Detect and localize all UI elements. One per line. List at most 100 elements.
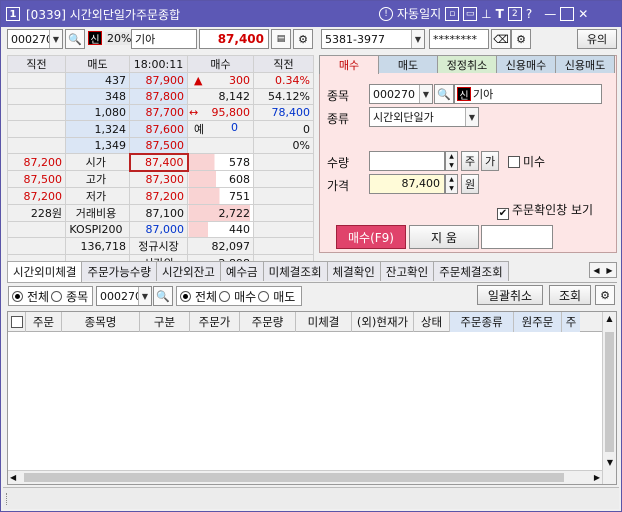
eraser-icon[interactable]: ⌫ bbox=[491, 29, 511, 49]
gear-icon[interactable]: ⚙ bbox=[595, 285, 615, 305]
account-combo[interactable]: 5381-3977 ▼ bbox=[321, 29, 425, 49]
qty-price-button[interactable]: 가 bbox=[481, 151, 499, 171]
col-order[interactable]: 주문 bbox=[26, 312, 62, 332]
auto-journal-label[interactable]: 자동일지 bbox=[397, 5, 441, 22]
ask-price[interactable]: 87,900 bbox=[129, 72, 188, 89]
ask-qty[interactable]: 348 bbox=[65, 88, 130, 105]
search-icon[interactable]: 🔍 bbox=[65, 29, 85, 49]
bid-qty[interactable]: 608 bbox=[187, 170, 254, 188]
vertical-scrollbar[interactable]: ▲ ▼ bbox=[602, 312, 616, 484]
bid-qty[interactable]: 751 bbox=[187, 187, 254, 205]
bulb-icon[interactable]: ! bbox=[379, 6, 393, 21]
search-icon[interactable]: 🔍 bbox=[153, 286, 173, 306]
stock-code-combo[interactable]: 000270 ▼ bbox=[7, 29, 63, 49]
tab-modify-cancel[interactable]: 정정취소 bbox=[437, 55, 497, 73]
chevron-down-icon[interactable]: ▼ bbox=[49, 30, 62, 48]
col-order-qty[interactable]: 주문량 bbox=[240, 312, 296, 332]
radio-side-buy[interactable] bbox=[219, 290, 231, 302]
select-all-checkbox[interactable] bbox=[8, 312, 26, 332]
ask-qty[interactable]: 1,324 bbox=[65, 120, 130, 138]
col-status[interactable]: 상태 bbox=[414, 312, 450, 332]
chevron-down-icon[interactable]: ▼ bbox=[411, 30, 424, 48]
ask-qty[interactable]: 1,349 bbox=[65, 137, 130, 154]
radio-side-all[interactable] bbox=[180, 290, 191, 302]
clear-button[interactable]: 지 움 bbox=[409, 225, 479, 249]
chevron-right-icon[interactable]: ▶ bbox=[606, 266, 612, 275]
chevron-down-icon[interactable]: ▼ bbox=[419, 85, 432, 103]
tab-balance-check[interactable]: 잔고확인 bbox=[379, 261, 435, 281]
ask-price[interactable]: 87,600 bbox=[129, 120, 188, 138]
gear-icon[interactable]: ⚙ bbox=[293, 29, 313, 49]
h-scroll-thumb[interactable] bbox=[24, 473, 564, 482]
qty-unit-button[interactable]: 주 bbox=[461, 151, 479, 171]
font-icon[interactable]: T bbox=[496, 7, 504, 21]
qty-spinner[interactable]: ▲ ▼ bbox=[445, 151, 458, 171]
search-icon[interactable]: 🔍 bbox=[434, 84, 454, 104]
tab-credit-sell[interactable]: 신용매도 bbox=[555, 55, 615, 73]
tab-orderable-qty[interactable]: 주문가능수량 bbox=[81, 261, 157, 281]
order-type-select[interactable]: 시간외단일가 ▼ bbox=[369, 107, 479, 127]
unfilled-checkbox[interactable]: 미수 bbox=[508, 153, 545, 170]
radio-scope-stock[interactable] bbox=[51, 290, 63, 302]
ask-price[interactable]: 87,500 bbox=[129, 137, 188, 154]
chevron-left-icon[interactable]: ◀ bbox=[593, 266, 599, 275]
gear-icon[interactable]: ⚙ bbox=[511, 29, 531, 49]
order-name-field[interactable]: 신 기아 bbox=[454, 84, 602, 104]
scroll-up-icon[interactable]: ▲ bbox=[603, 312, 616, 326]
horizontal-scrollbar[interactable]: ◀ ▶ bbox=[8, 470, 602, 484]
bid-price-current[interactable]: 87,400 bbox=[128, 152, 189, 172]
col-stock-name[interactable]: 종목명 bbox=[62, 312, 140, 332]
tab-scroll-arrows[interactable]: ◀ ▶ bbox=[589, 262, 617, 278]
scroll-right-icon[interactable]: ▶ bbox=[594, 471, 600, 485]
tab-unfilled-query[interactable]: 미체결조회 bbox=[262, 261, 328, 281]
chart-icon[interactable]: ▤ bbox=[271, 29, 291, 49]
ask-price[interactable]: 87,700 bbox=[129, 104, 188, 121]
minimize-icon[interactable]: — bbox=[544, 7, 556, 21]
pin-icon[interactable]: ⊥ bbox=[481, 7, 491, 21]
ask-qty[interactable]: 437 bbox=[65, 72, 130, 89]
query-button[interactable]: 조회 bbox=[549, 285, 591, 305]
bid-qty[interactable]: 440 bbox=[187, 221, 254, 238]
col-original-order[interactable]: 원주문 bbox=[514, 312, 562, 332]
order-code-combo[interactable]: 000270 ▼ bbox=[369, 84, 433, 104]
link-icon[interactable]: ▫ bbox=[445, 6, 460, 21]
col-order-price[interactable]: 주문가 bbox=[190, 312, 240, 332]
qty-input[interactable] bbox=[369, 151, 445, 171]
buy-button[interactable]: 매수(F9) bbox=[336, 225, 406, 249]
checkmark-icon[interactable]: ✔ bbox=[497, 208, 509, 220]
restore-icon[interactable]: ▭ bbox=[463, 6, 478, 21]
ask-price[interactable]: 87,800 bbox=[129, 88, 188, 105]
price-spinner[interactable]: ▲ ▼ bbox=[445, 174, 458, 194]
maximize-icon[interactable] bbox=[560, 6, 575, 21]
col-type[interactable]: 구분 bbox=[140, 312, 190, 332]
tab-fill-check[interactable]: 체결확인 bbox=[326, 261, 381, 281]
checkbox-icon[interactable] bbox=[508, 156, 520, 168]
notice-button[interactable]: 유의 bbox=[577, 29, 617, 49]
tab-deposit[interactable]: 예수금 bbox=[219, 261, 264, 281]
bid-price[interactable]: 87,300 bbox=[129, 170, 188, 188]
filter-code-combo[interactable]: 000270 ▼ bbox=[96, 286, 152, 306]
radio-side-sell[interactable] bbox=[258, 290, 270, 302]
tab-afterhours-unfilled[interactable]: 시간외미체결 bbox=[7, 261, 83, 282]
col-more[interactable]: 주 bbox=[562, 312, 580, 332]
tab-credit-buy[interactable]: 신용매수 bbox=[496, 55, 556, 73]
tab-buy[interactable]: 매수 bbox=[319, 55, 379, 74]
radio-scope-all[interactable] bbox=[12, 290, 23, 302]
bid-qty[interactable]: 578 bbox=[187, 153, 254, 171]
close-icon[interactable]: ✕ bbox=[578, 7, 588, 21]
tab-afterhours-balance[interactable]: 시간외잔고 bbox=[155, 261, 221, 281]
bid-price[interactable]: 87,000 bbox=[129, 221, 188, 238]
chevron-down-icon[interactable]: ▼ bbox=[138, 287, 151, 305]
cancel-all-button[interactable]: 일괄취소 bbox=[477, 285, 543, 305]
bid-qty[interactable]: 2,722 bbox=[187, 204, 254, 222]
help-icon[interactable]: ? bbox=[526, 7, 532, 21]
bid-price[interactable]: 87,100 bbox=[129, 204, 188, 222]
ask-qty[interactable]: 1,080 bbox=[65, 104, 130, 121]
help-box-icon[interactable]: 2 bbox=[507, 6, 522, 21]
password-field[interactable]: ******** bbox=[429, 29, 489, 49]
chevron-down-icon[interactable]: ▼ bbox=[465, 108, 478, 126]
scroll-thumb[interactable] bbox=[605, 332, 614, 452]
scroll-left-icon[interactable]: ◀ bbox=[10, 471, 16, 485]
col-unfilled[interactable]: 미체결 bbox=[296, 312, 352, 332]
stock-name-field[interactable]: 기아 bbox=[131, 29, 197, 49]
